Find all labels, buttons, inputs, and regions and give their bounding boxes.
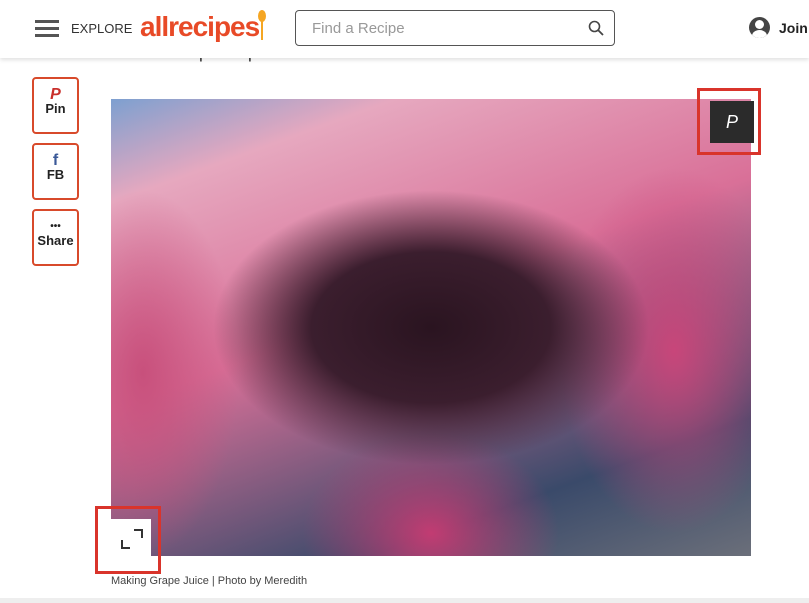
hamburger-menu-icon[interactable] (35, 20, 59, 37)
more-share-button[interactable]: ••• Share (32, 209, 79, 266)
share-label: Pin (45, 101, 66, 116)
allrecipes-logo[interactable]: allrecipes (140, 11, 260, 43)
pin-highlight: P (697, 88, 761, 155)
photo-caption: Making Grape Juice | Photo by Meredith (111, 575, 308, 587)
grape-juice-photo (111, 99, 751, 556)
pin-share-button[interactable]: P Pin (32, 77, 79, 134)
pinterest-icon: P (50, 86, 61, 103)
join-label: Join (779, 19, 808, 36)
join-button[interactable]: Join (749, 17, 808, 38)
site-header: EXPLORE allrecipes Join (0, 0, 809, 58)
facebook-share-button[interactable]: f FB (32, 143, 79, 200)
share-label: FB (46, 167, 65, 182)
search-input[interactable] (296, 11, 566, 45)
expand-photo-icon[interactable] (111, 519, 151, 557)
pinterest-icon: P (725, 112, 738, 132)
expand-highlight (95, 506, 161, 574)
spoon-logo-icon (258, 10, 266, 40)
share-label: Share (37, 233, 74, 248)
more-dots-icon: ••• (50, 221, 61, 232)
search-icon[interactable] (588, 20, 604, 36)
facebook-icon: f (52, 152, 59, 169)
recipe-search (295, 10, 615, 46)
bottom-divider (0, 598, 809, 603)
explore-link[interactable]: EXPLORE (71, 21, 132, 36)
photo-pin-button[interactable]: P (710, 101, 754, 143)
user-icon (749, 17, 770, 38)
